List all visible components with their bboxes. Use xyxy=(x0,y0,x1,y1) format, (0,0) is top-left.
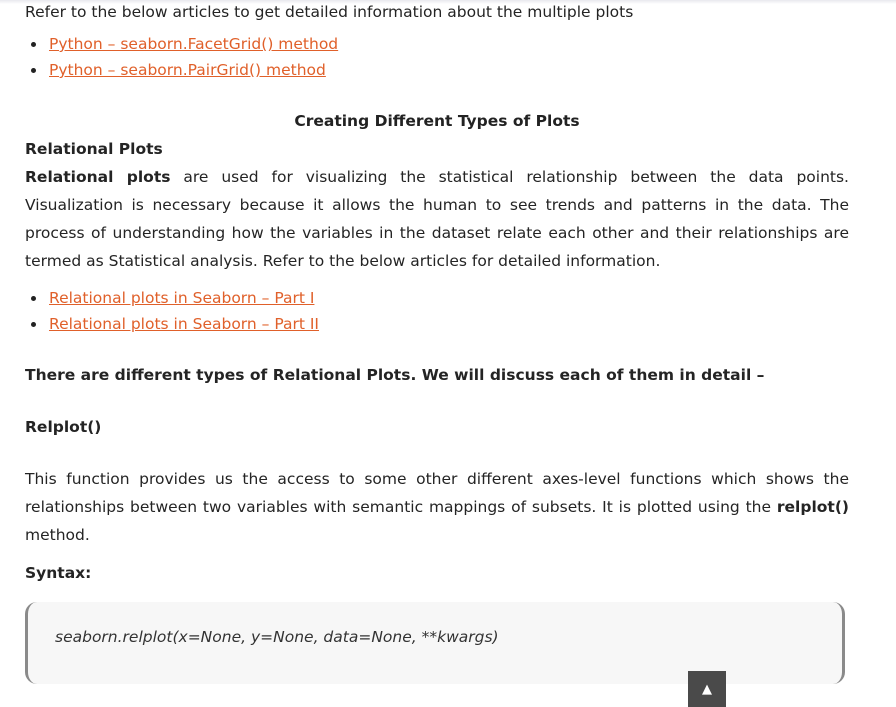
relplot-desc-end: method. xyxy=(25,526,90,544)
code-text: seaborn.relplot(x=None, y=None, data=Non… xyxy=(55,628,499,646)
arrow-up-icon: ▲ xyxy=(702,681,712,697)
relplot-heading: Relplot() xyxy=(25,418,102,436)
relational-link-list: Relational plots in Seaborn – Part I Rel… xyxy=(25,285,849,337)
relplot-desc-start: This function provides us the access to … xyxy=(25,470,849,516)
relational-plots-heading: Relational Plots xyxy=(25,140,163,158)
relational-types-note: There are different types of Relational … xyxy=(25,366,765,384)
pairgrid-link[interactable]: Python – seaborn.PairGrid() method xyxy=(49,61,326,79)
list-item: Python – seaborn.FacetGrid() method xyxy=(25,31,849,57)
relational-plots-bold: Relational plots xyxy=(25,168,171,186)
relational-plots-paragraph: Relational plots are used for visualizin… xyxy=(25,163,849,275)
syntax-label: Syntax: xyxy=(25,564,92,582)
scroll-to-top-button[interactable]: ▲ xyxy=(688,671,726,707)
section-heading: Creating Different Types of Plots xyxy=(294,112,580,130)
multiple-plots-link-list: Python – seaborn.FacetGrid() method Pyth… xyxy=(25,31,849,83)
relational-part-1-link[interactable]: Relational plots in Seaborn – Part I xyxy=(49,289,314,307)
list-item: Relational plots in Seaborn – Part II xyxy=(25,311,849,337)
list-item: Python – seaborn.PairGrid() method xyxy=(25,57,849,83)
relplot-desc-bold: relplot() xyxy=(776,498,849,516)
relational-part-2-link[interactable]: Relational plots in Seaborn – Part II xyxy=(49,315,319,333)
intro-text: Refer to the below articles to get detai… xyxy=(25,3,634,21)
relplot-description: This function provides us the access to … xyxy=(25,465,849,549)
article-content: Refer to the below articles to get detai… xyxy=(25,0,849,587)
facetgrid-link[interactable]: Python – seaborn.FacetGrid() method xyxy=(49,35,338,53)
list-item: Relational plots in Seaborn – Part I xyxy=(25,285,849,311)
